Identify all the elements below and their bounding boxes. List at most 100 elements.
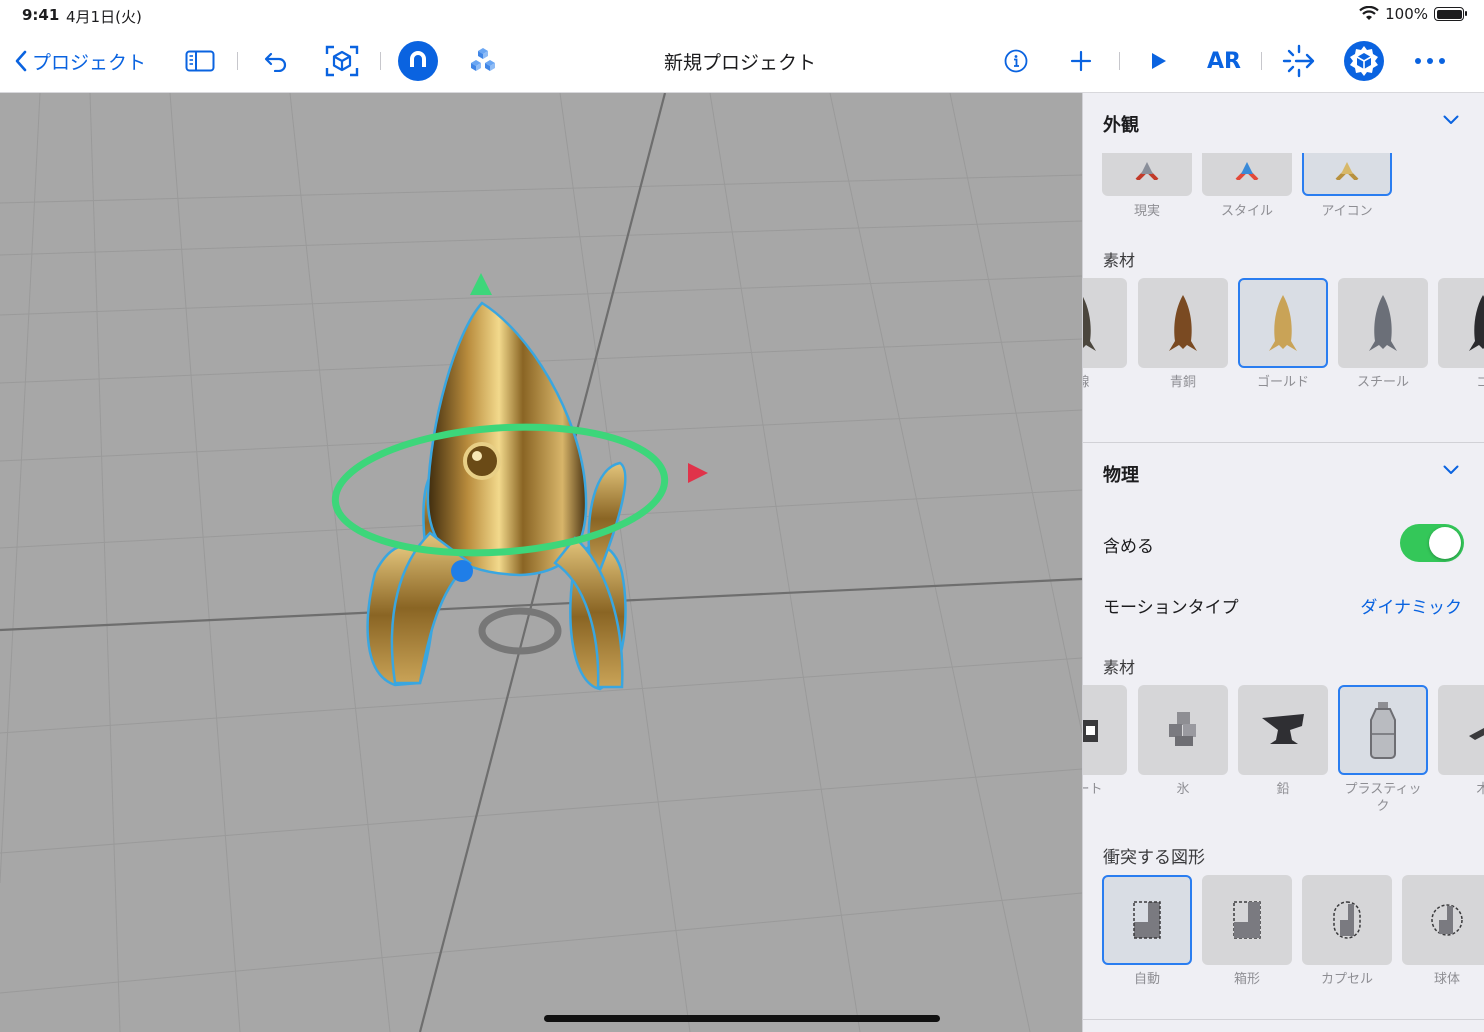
home-indicator[interactable] xyxy=(544,1015,940,1022)
physics-material-row: リート 氷 鉛 プラスティッ ク 木 xyxy=(1083,685,1484,825)
undo-button[interactable] xyxy=(260,44,292,78)
physics-material-option[interactable] xyxy=(1083,685,1127,775)
chevron-left-icon xyxy=(15,50,27,72)
physics-material-label-item: 鉛 xyxy=(1276,782,1290,797)
shape-option-sphere[interactable] xyxy=(1402,875,1484,965)
battery-icon xyxy=(1434,7,1467,21)
style-label: 現実 xyxy=(1133,204,1160,219)
physics-material-label-item: リート xyxy=(1083,782,1103,797)
material-label: ゴールド xyxy=(1256,375,1309,390)
physics-header[interactable]: 物理 xyxy=(1083,443,1484,503)
inspector-button[interactable] xyxy=(1343,40,1385,82)
stack-cubes-icon xyxy=(471,48,495,71)
status-right: 100% xyxy=(1359,5,1467,23)
more-button[interactable] xyxy=(1410,44,1450,78)
shape-label: 球体 xyxy=(1433,972,1460,987)
physics-material-label-item: プラスティッ ク xyxy=(1344,782,1422,814)
status-date: 4月1日(火) xyxy=(66,8,142,26)
physics-title: 物理 xyxy=(1103,465,1139,486)
arrange-button[interactable] xyxy=(466,44,500,78)
material-option[interactable] xyxy=(1338,278,1428,368)
toolbar: プロジェクト 新規プロジェクト AR xyxy=(0,30,1484,93)
include-label: 含める xyxy=(1103,537,1154,557)
chevron-down-icon xyxy=(1443,115,1459,124)
material-option[interactable] xyxy=(1438,278,1484,368)
style-label: アイコン xyxy=(1321,204,1373,219)
concrete-block-icon xyxy=(1083,720,1098,742)
collision-shape-row: 自動 箱形 カプセル 球体 xyxy=(1083,875,1484,1005)
rocket-model xyxy=(366,301,627,691)
material-label: ゴ xyxy=(1433,374,1484,391)
collision-shape-label: 衝突する図形 xyxy=(1103,848,1205,868)
status-time: 9:41 xyxy=(22,6,60,24)
back-button[interactable]: プロジェクト xyxy=(14,44,146,78)
rocket-porthole xyxy=(463,442,501,480)
back-label: プロジェクト xyxy=(32,51,147,74)
shape-label: 自動 xyxy=(1133,972,1160,987)
add-button[interactable] xyxy=(1066,44,1096,78)
material-option[interactable] xyxy=(1083,278,1127,368)
toolbar-separator xyxy=(380,52,381,70)
material-label: 青銅 xyxy=(1169,375,1196,390)
rocket-thumbnail-icon xyxy=(1269,295,1297,351)
transform-button[interactable] xyxy=(1280,44,1318,78)
undo-icon xyxy=(264,52,287,72)
auto-shape-icon xyxy=(1133,901,1161,939)
appearance-title: 外観 xyxy=(1103,115,1139,136)
plastic-bottle-icon xyxy=(1370,702,1396,759)
info-button[interactable] xyxy=(1000,44,1032,78)
plus-icon xyxy=(1070,50,1092,72)
chevron-down-icon xyxy=(1443,465,1459,474)
sidebar-icon xyxy=(185,50,215,72)
rocket-thumbnail-icon xyxy=(1469,295,1484,351)
shape-option-capsule[interactable] xyxy=(1302,875,1392,965)
sidebar-toggle-button[interactable] xyxy=(184,44,216,78)
physics-material-label-item: 氷 xyxy=(1176,782,1190,797)
scene-viewport[interactable] xyxy=(0,93,1082,1032)
play-icon xyxy=(1152,53,1166,69)
shape-option-auto[interactable] xyxy=(1102,875,1192,965)
style-label: スタイル xyxy=(1220,204,1273,219)
ar-button[interactable]: AR xyxy=(1202,44,1246,78)
rocket-thumbnail-icon xyxy=(1369,295,1397,351)
battery-percent: 100% xyxy=(1385,5,1428,23)
wifi-icon xyxy=(1359,6,1379,20)
scene-canvas xyxy=(0,93,1082,1032)
shape-label: 箱形 xyxy=(1233,972,1260,987)
physics-material-option[interactable] xyxy=(1338,685,1428,775)
physics-material-label: 素材 xyxy=(1103,658,1136,677)
ellipsis-icon xyxy=(1415,58,1445,64)
material-label: スチール xyxy=(1356,375,1409,390)
wood-plank-icon xyxy=(1469,728,1484,740)
physics-material-option[interactable] xyxy=(1138,685,1228,775)
motion-type-value[interactable]: ダイナミック xyxy=(1360,593,1462,618)
section-divider xyxy=(1083,1019,1484,1020)
include-toggle[interactable] xyxy=(1400,524,1464,562)
inspector-panel: 現実 スタイル アイコン 外観 素材 線 青銅 ゴールド スチール xyxy=(1082,93,1484,1032)
frame-cube-icon xyxy=(325,45,359,77)
x-axis-handle xyxy=(688,463,708,483)
shape-option-box[interactable] xyxy=(1202,875,1292,965)
box-shape-icon xyxy=(1233,901,1261,939)
appearance-material-row: 線 青銅 ゴールド スチール ゴ xyxy=(1083,278,1484,398)
shape-label: カプセル xyxy=(1320,972,1373,987)
motion-type-label: モーションタイプ xyxy=(1103,598,1239,618)
gear-cube-icon xyxy=(1344,41,1384,81)
magnet-icon xyxy=(398,41,438,81)
physics-material-option[interactable] xyxy=(1438,685,1484,775)
appearance-material-label: 素材 xyxy=(1103,251,1136,270)
sphere-shape-icon xyxy=(1431,904,1463,936)
appearance-header[interactable]: 外観 xyxy=(1083,93,1484,153)
physics-material-label-item: 木 xyxy=(1433,781,1484,798)
ice-cubes-icon xyxy=(1169,712,1196,746)
info-icon xyxy=(1004,49,1028,73)
project-title: 新規プロジェクト xyxy=(663,52,816,74)
rocket-thumbnail-icon xyxy=(1169,295,1197,351)
snap-button[interactable] xyxy=(397,40,439,82)
material-option[interactable] xyxy=(1138,278,1228,368)
play-button[interactable] xyxy=(1142,44,1174,78)
physics-material-option[interactable] xyxy=(1238,685,1328,775)
rocket-thumbnail-icon xyxy=(1083,296,1096,351)
material-option[interactable] xyxy=(1238,278,1328,368)
frame-object-button[interactable] xyxy=(322,44,362,78)
